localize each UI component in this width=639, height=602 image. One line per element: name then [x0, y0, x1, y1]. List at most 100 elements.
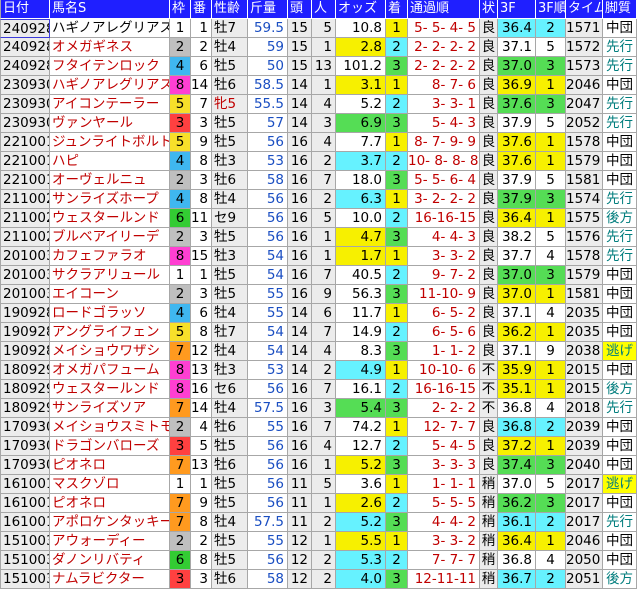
horse-name-cell[interactable]: カフェファラオ: [50, 247, 170, 266]
date-cell: 240928: [0, 19, 50, 38]
odds-cell: 18.0: [336, 171, 386, 190]
field-size-cell: 16: [288, 190, 312, 209]
odds-cell: 40.5: [336, 266, 386, 285]
horse-name-cell[interactable]: サンライズホープ: [50, 190, 170, 209]
running-style-cell: 中団: [603, 361, 637, 380]
race-results-table: 日付 馬名S 枠番性齢 斤量頭人オッズ着通過順状 3F 3F順 タイム 脚質 240928 ハギ…: [0, 0, 637, 600]
last3f-rank-cell: 1: [536, 133, 566, 152]
horse-name-cell[interactable]: サクラアリュール: [50, 266, 170, 285]
number-cell: 14: [191, 76, 212, 95]
number-cell: 13: [191, 456, 212, 475]
sex-age-cell: 牡5: [212, 133, 248, 152]
passing-order-cell: 3- 3- 1: [408, 95, 480, 114]
date-cell: 170930: [0, 437, 50, 456]
horse-name-cell[interactable]: ピオネロ: [50, 494, 170, 513]
popularity-cell: 7: [312, 171, 336, 190]
horse-name-cell[interactable]: オメガギネス: [50, 38, 170, 57]
horse-name-cell[interactable]: オーヴェルニュ: [50, 171, 170, 190]
horse-name-cell[interactable]: ダノンリバティ: [50, 551, 170, 570]
field-size-cell: 16: [288, 285, 312, 304]
horse-name-cell[interactable]: ハギノアレグリアス: [50, 19, 170, 38]
frame-cell: 2: [170, 418, 191, 437]
running-style-cell: 中団: [603, 133, 637, 152]
horse-name-cell[interactable]: ドラゴンバローズ: [50, 437, 170, 456]
passing-order-cell: 1- 1- 2: [408, 342, 480, 361]
horse-name-cell[interactable]: ヴァンヤール: [50, 114, 170, 133]
horse-name-cell[interactable]: ウェスタールンド: [50, 380, 170, 399]
track-condition-cell: 良: [480, 418, 498, 437]
last3f-cell: 38.2: [498, 228, 536, 247]
odds-cell: 12.7: [336, 437, 386, 456]
horse-name-cell[interactable]: ピオネロ: [50, 456, 170, 475]
popularity-cell: 4: [312, 133, 336, 152]
horse-name-cell[interactable]: マスクゾロ: [50, 475, 170, 494]
weight-cell: 55: [248, 304, 288, 323]
field-size-cell: 14: [288, 76, 312, 95]
finish-cell: 3: [386, 342, 408, 361]
weight-cell: 54: [248, 266, 288, 285]
time-cell: 2017: [566, 475, 603, 494]
horse-name-cell[interactable]: ロードゴラッソ: [50, 304, 170, 323]
date-cell: 190928: [0, 342, 50, 361]
field-size-cell: 16: [288, 399, 312, 418]
horse-name-cell[interactable]: アウォーディー: [50, 532, 170, 551]
last3f-cell: 37.9: [498, 171, 536, 190]
horse-name-cell[interactable]: ブルベアイリーデ: [50, 228, 170, 247]
date-cell: 190928: [0, 304, 50, 323]
frame-cell: 2: [170, 532, 191, 551]
table-row: 221001 オーヴェルニュ 2 3 牡6 58 16 7 18.0 3 5- 5- 6- 4 良 37…: [0, 171, 637, 190]
sex-age-cell: 牡7: [212, 19, 248, 38]
odds-cell: 3.1: [336, 76, 386, 95]
sex-age-cell: 牡5: [212, 494, 248, 513]
running-style-cell: 中団: [603, 323, 637, 342]
number-cell: 15: [191, 247, 212, 266]
number-cell: 7: [191, 95, 212, 114]
date-cell: 151003: [0, 532, 50, 551]
popularity-cell: 5: [312, 19, 336, 38]
track-condition-cell: 良: [480, 266, 498, 285]
track-condition-cell: 稍: [480, 475, 498, 494]
frame-cell: 1: [170, 266, 191, 285]
horse-name-cell[interactable]: アングライフェン: [50, 323, 170, 342]
header-last3f-cell: 3F: [498, 0, 536, 19]
last3f-cell: 36.4: [498, 19, 536, 38]
sex-age-cell: セ6: [212, 380, 248, 399]
weight-cell: 56: [248, 437, 288, 456]
horse-name-cell[interactable]: ジュンライトボルト: [50, 133, 170, 152]
horse-name-cell[interactable]: ウェスタールンド: [50, 209, 170, 228]
horse-name-cell[interactable]: ハギノアレグリアス: [50, 76, 170, 95]
horse-name-cell[interactable]: フタイテンロック: [50, 57, 170, 76]
weight-cell: 50: [248, 57, 288, 76]
number-cell: 11: [191, 209, 212, 228]
weight-cell: 58: [248, 171, 288, 190]
weight-cell: 56: [248, 475, 288, 494]
popularity-cell: 3: [312, 399, 336, 418]
finish-cell: 3: [386, 513, 408, 532]
horse-name-cell[interactable]: メイショウワザシ: [50, 342, 170, 361]
horse-name-cell[interactable]: メイショウスミトモ: [50, 418, 170, 437]
odds-cell: 10.0: [336, 209, 386, 228]
table-row: 240928 オメガギネス 2 2 牡4 59 15 1 2.8 2 2- 2- 2- 2 良 37.1…: [0, 38, 637, 57]
horse-name-cell[interactable]: ナムラビクター: [50, 570, 170, 589]
field-size-cell: 15: [288, 38, 312, 57]
finish-cell: 2: [386, 551, 408, 570]
horse-name-cell[interactable]: ハピ: [50, 152, 170, 171]
weight-cell: 53: [248, 361, 288, 380]
last3f-cell: 37.6: [498, 95, 536, 114]
header-running-style-cell: 脚質: [603, 0, 637, 19]
last3f-rank-cell: 1: [536, 152, 566, 171]
popularity-cell: 2: [312, 190, 336, 209]
running-style-cell: 後方: [603, 209, 637, 228]
horse-name-cell[interactable]: アイコンテーラー: [50, 95, 170, 114]
header-frame-cell: 枠: [170, 0, 191, 19]
horse-name-cell[interactable]: アポロケンタッキー: [50, 513, 170, 532]
last3f-cell: 36.4: [498, 209, 536, 228]
horse-name-cell[interactable]: オメガパフューム: [50, 361, 170, 380]
horse-name-cell[interactable]: サンライズソア: [50, 399, 170, 418]
track-condition-cell: 良: [480, 57, 498, 76]
horse-name-cell[interactable]: エイコーン: [50, 285, 170, 304]
table-row: 201003 サクラアリュール 1 1 牡5 54 16 7 40.5 2 9- 7- 2 良 37.0…: [0, 266, 637, 285]
sex-age-cell: 牡5: [212, 532, 248, 551]
time-cell: 1575: [566, 209, 603, 228]
date-cell: 230930: [0, 114, 50, 133]
